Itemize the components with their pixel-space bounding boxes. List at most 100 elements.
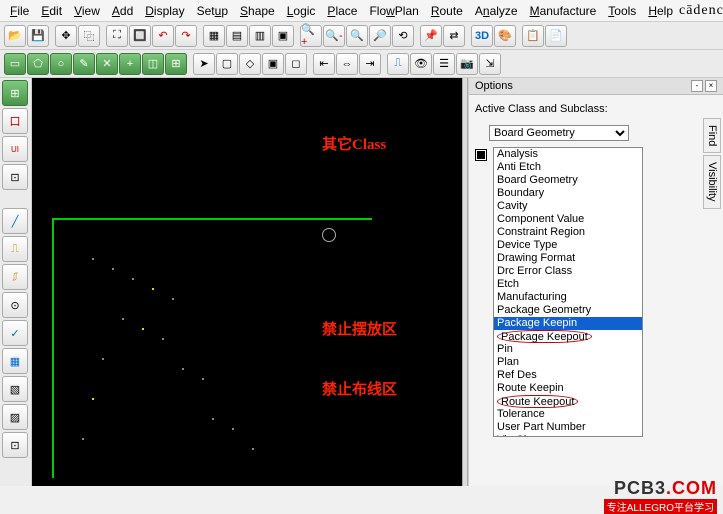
panel-close-icon[interactable]: ×: [705, 80, 717, 92]
3d-icon[interactable]: 3D: [471, 25, 493, 47]
grid-icon[interactable]: ▦: [203, 25, 225, 47]
list-item[interactable]: Analysis: [494, 148, 642, 161]
vt-text-icon[interactable]: ⊡: [2, 432, 28, 458]
list-item[interactable]: Component Value: [494, 213, 642, 226]
zoom-fit-icon[interactable]: ⛶: [106, 25, 128, 47]
list-item[interactable]: Package Keepout: [494, 330, 642, 343]
list-item[interactable]: Etch: [494, 278, 642, 291]
shape-add-icon[interactable]: +: [119, 53, 141, 75]
zoom-in-icon[interactable]: 🔍+: [300, 25, 322, 47]
layer-icon[interactable]: ▣: [272, 25, 294, 47]
vt-symbol-icon[interactable]: 口: [2, 108, 28, 134]
subclass-color-swatch[interactable]: [475, 149, 487, 161]
list-item[interactable]: User Part Number: [494, 421, 642, 434]
list-item[interactable]: Pin: [494, 343, 642, 356]
list-item[interactable]: Plan: [494, 356, 642, 369]
menu-route[interactable]: Route: [425, 2, 469, 20]
subclass-listbox[interactable]: AnalysisAnti EtchBoard GeometryBoundaryC…: [493, 147, 643, 437]
list-item[interactable]: Via Class: [494, 434, 642, 437]
pin-icon[interactable]: 📌: [420, 25, 442, 47]
align-left-icon[interactable]: ⇤: [313, 53, 335, 75]
tab-visibility[interactable]: Visibility: [703, 155, 721, 209]
zoom-extent-icon[interactable]: 🔎: [369, 25, 391, 47]
list-item[interactable]: Route Keepout: [494, 395, 642, 408]
grid3-icon[interactable]: ▥: [249, 25, 271, 47]
menu-place[interactable]: Place: [321, 2, 363, 20]
save-icon[interactable]: 💾: [27, 25, 49, 47]
list-item[interactable]: Boundary: [494, 187, 642, 200]
flip-icon[interactable]: ⇄: [443, 25, 465, 47]
list-item[interactable]: Ref Des: [494, 369, 642, 382]
menu-analyze[interactable]: Analyze: [469, 2, 524, 20]
shape-edit-icon[interactable]: ✎: [73, 53, 95, 75]
vt-ui-icon[interactable]: UI: [2, 136, 28, 162]
panel-pin-icon[interactable]: -: [691, 80, 703, 92]
select-poly-icon[interactable]: ◇: [239, 53, 261, 75]
vt-route-icon[interactable]: ⎍: [2, 236, 28, 262]
vt-comp-icon[interactable]: ⊡: [2, 164, 28, 190]
design-canvas[interactable]: 其它Class 禁止摆放区 禁止布线区: [32, 78, 462, 486]
menu-manufacture[interactable]: Manufacture: [524, 2, 603, 20]
list-item[interactable]: Route Keepin: [494, 382, 642, 395]
vt-via-icon[interactable]: ⊙: [2, 292, 28, 318]
xsection-icon[interactable]: ☰: [433, 53, 455, 75]
palette-icon[interactable]: 🎨: [494, 25, 516, 47]
zoom-out-icon[interactable]: 🔍-: [323, 25, 345, 47]
list-item[interactable]: Anti Etch: [494, 161, 642, 174]
vt-fill-icon[interactable]: ▨: [2, 404, 28, 430]
camera-icon[interactable]: 📷: [456, 53, 478, 75]
menu-logic[interactable]: Logic: [281, 2, 322, 20]
route-icon[interactable]: ⎍: [387, 53, 409, 75]
list-item[interactable]: Manufacturing: [494, 291, 642, 304]
vt-trace-icon[interactable]: ⎎: [2, 264, 28, 290]
show-icon[interactable]: 👁: [410, 53, 432, 75]
list-item[interactable]: Constraint Region: [494, 226, 642, 239]
list-item[interactable]: Cavity: [494, 200, 642, 213]
menu-display[interactable]: Display: [139, 2, 190, 20]
list-item[interactable]: Device Type: [494, 239, 642, 252]
open-icon[interactable]: 📂: [4, 25, 26, 47]
shape-poly-icon[interactable]: ⬠: [27, 53, 49, 75]
menu-file[interactable]: FFileile: [4, 2, 35, 20]
list-item[interactable]: Drc Error Class: [494, 265, 642, 278]
list-item[interactable]: Drawing Format: [494, 252, 642, 265]
vt-line-icon[interactable]: ╱: [2, 208, 28, 234]
grid2-icon[interactable]: ▤: [226, 25, 248, 47]
shape-del-icon[interactable]: ✕: [96, 53, 118, 75]
zoom-window-icon[interactable]: 🔲: [129, 25, 151, 47]
report-icon[interactable]: 📋: [522, 25, 544, 47]
menu-shape[interactable]: Shape: [234, 2, 281, 20]
export-icon[interactable]: ⇲: [479, 53, 501, 75]
align-right-icon[interactable]: ⇥: [359, 53, 381, 75]
menu-tools[interactable]: Tools: [602, 2, 642, 20]
list-item[interactable]: Board Geometry: [494, 174, 642, 187]
deselect-icon[interactable]: ◻: [285, 53, 307, 75]
menu-add[interactable]: Add: [106, 2, 139, 20]
list-item[interactable]: Package Geometry: [494, 304, 642, 317]
shape-void-icon[interactable]: ◫: [142, 53, 164, 75]
shape-rect-icon[interactable]: ▭: [4, 53, 26, 75]
select-all-icon[interactable]: ▣: [262, 53, 284, 75]
menu-flowplan[interactable]: FlowPlan: [363, 2, 424, 20]
undo-icon[interactable]: ↶: [152, 25, 174, 47]
align-h-icon[interactable]: ⇔: [336, 53, 358, 75]
zoom-prev-icon[interactable]: ⟲: [392, 25, 414, 47]
shape-merge-icon[interactable]: ⊞: [165, 53, 187, 75]
vt-place-icon[interactable]: ⊞: [2, 80, 28, 106]
move-icon[interactable]: ✥: [55, 25, 77, 47]
menu-setup[interactable]: Setup: [191, 2, 234, 20]
tab-find[interactable]: Find: [703, 118, 721, 153]
menu-help[interactable]: Help: [642, 2, 679, 20]
report2-icon[interactable]: 📄: [545, 25, 567, 47]
select-rect-icon[interactable]: ▢: [216, 53, 238, 75]
vt-grid-icon[interactable]: ▦: [2, 348, 28, 374]
menu-edit[interactable]: Edit: [35, 2, 68, 20]
cursor-icon[interactable]: ➤: [193, 53, 215, 75]
menu-view[interactable]: View: [68, 2, 106, 20]
vt-drc-icon[interactable]: ✓: [2, 320, 28, 346]
zoom-area-icon[interactable]: 🔍: [346, 25, 368, 47]
vt-shape-icon[interactable]: ▧: [2, 376, 28, 402]
class-combo[interactable]: Board Geometry: [489, 125, 629, 141]
list-item[interactable]: Tolerance: [494, 408, 642, 421]
shape-circ-icon[interactable]: ○: [50, 53, 72, 75]
